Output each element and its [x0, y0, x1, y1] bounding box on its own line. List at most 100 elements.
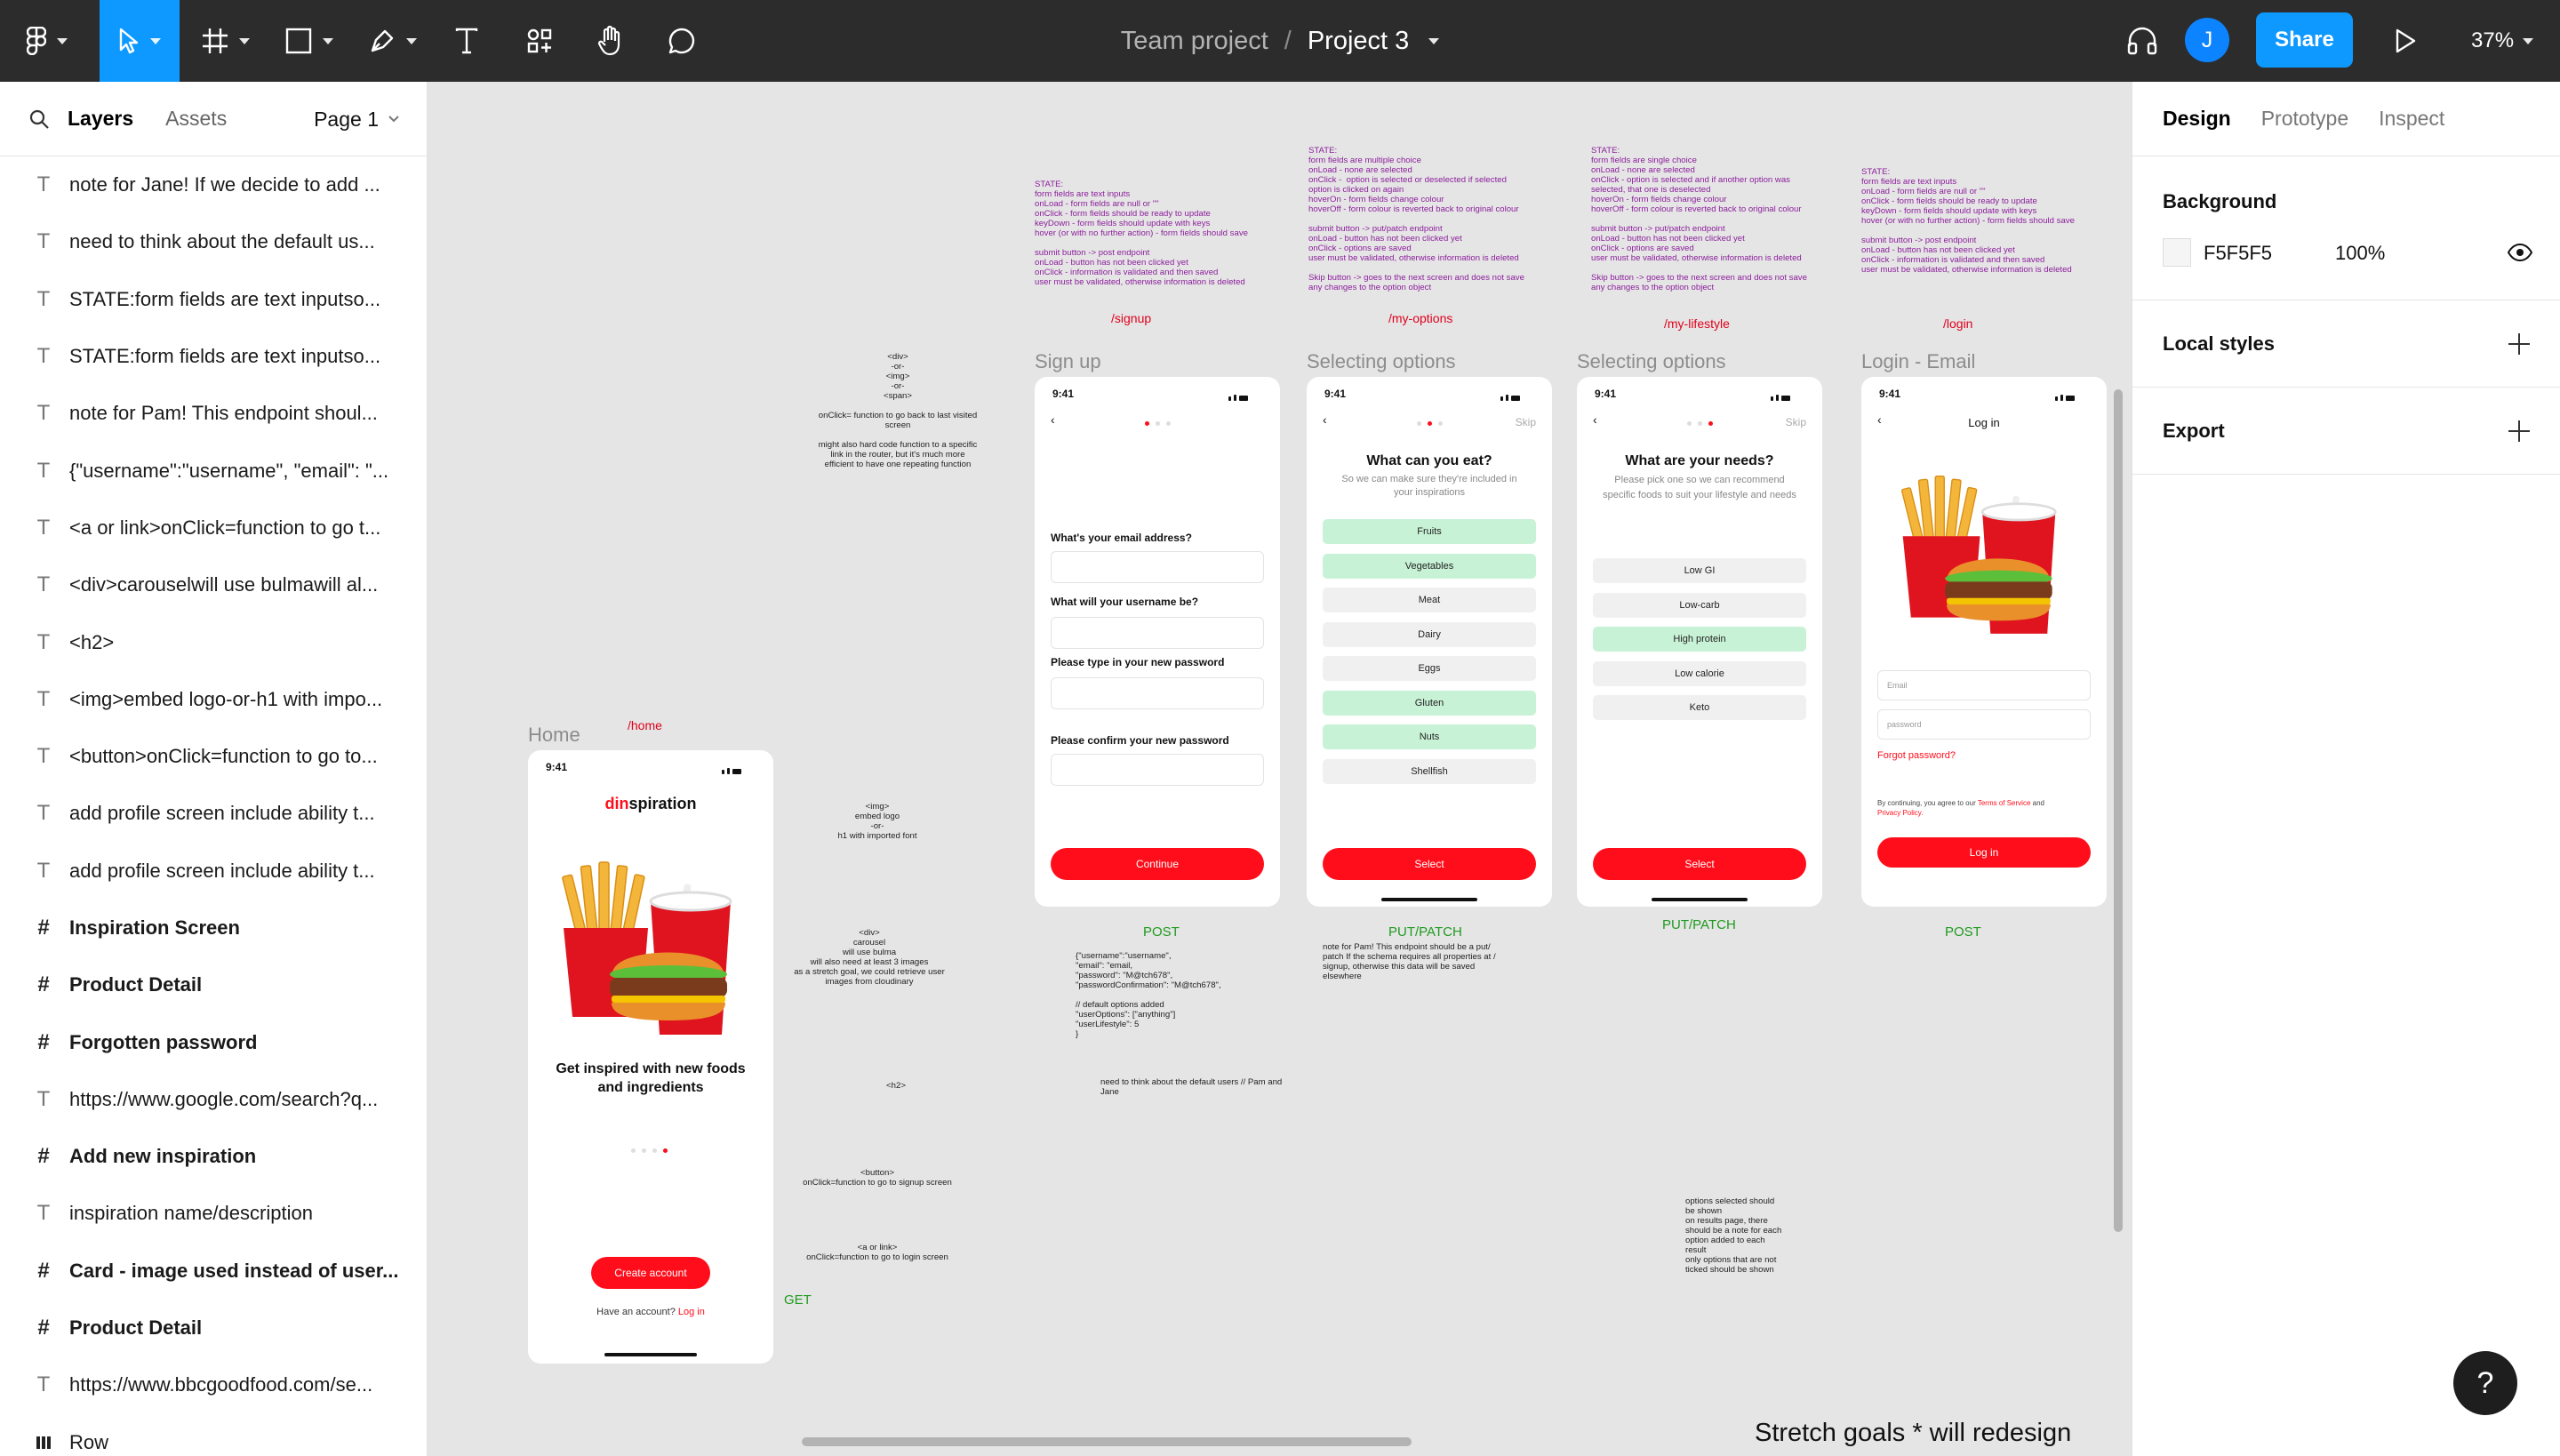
options-state-note[interactable]: STATE: form fields are multiple choice o…: [1308, 146, 1524, 292]
email-field[interactable]: Email: [1877, 670, 2091, 700]
layer-item[interactable]: Tnote for Jane! If we decide to add ...: [0, 156, 427, 213]
search-icon[interactable]: [28, 108, 50, 130]
option-chip[interactable]: Meat: [1323, 588, 1536, 612]
login-button[interactable]: Log in: [1877, 837, 2091, 868]
link-note[interactable]: <a or link> onClick=function to go to lo…: [793, 1243, 962, 1262]
skip-button[interactable]: Skip: [1516, 416, 1536, 428]
email-field[interactable]: [1051, 551, 1264, 583]
skip-button[interactable]: Skip: [1786, 416, 1806, 428]
confirm-password-field[interactable]: [1051, 754, 1264, 786]
audio-call-button[interactable]: [2116, 0, 2169, 82]
horizontal-scrollbar[interactable]: [802, 1437, 1412, 1446]
layer-item[interactable]: Tnote for Pam! This endpoint shoul...: [0, 385, 427, 442]
share-button[interactable]: Share: [2256, 12, 2353, 68]
main-menu-button[interactable]: [16, 0, 78, 82]
option-chip[interactable]: Keto: [1593, 695, 1806, 720]
chevron-down-icon[interactable]: [1428, 37, 1440, 44]
option-chip[interactable]: Vegetables: [1323, 553, 1536, 579]
stretch-goals-label[interactable]: Stretch goals * will redesign: [1755, 1419, 2071, 1448]
breadcrumb-team[interactable]: Team project: [1121, 27, 1268, 56]
design-canvas[interactable]: Home /home 9:41 dinspiration Get inspire…: [428, 82, 2132, 1456]
frame-label-login[interactable]: Login - Email: [1861, 350, 1975, 373]
back-arrow-icon[interactable]: ‹: [1323, 412, 1327, 427]
layer-item[interactable]: Row: [0, 1414, 427, 1456]
layer-item[interactable]: # Product Detail: [0, 956, 427, 1013]
background-opacity[interactable]: 100%: [2335, 242, 2385, 265]
layer-item[interactable]: # Inspiration Screen: [0, 900, 427, 956]
options-bullet-note[interactable]: options selected should be shown on resu…: [1685, 1196, 1781, 1275]
option-chip[interactable]: Dairy: [1323, 621, 1536, 647]
back-arrow-icon[interactable]: ‹: [1593, 412, 1597, 427]
tab-assets[interactable]: Assets: [165, 107, 227, 131]
select-button[interactable]: Select: [1323, 848, 1536, 880]
signup-screen[interactable]: 9:41 ‹ What's your email address? What w…: [1035, 377, 1280, 907]
layer-item[interactable]: T STATE:form fields are text inputso...: [0, 328, 427, 385]
my-lifestyle-screen[interactable]: 9:41 ‹ Skip What are your needs? Please …: [1577, 377, 1822, 907]
layer-item[interactable]: Thttps://www.google.com/search?q...: [0, 1071, 427, 1128]
option-chip[interactable]: Fruits: [1323, 519, 1536, 544]
resources-tool-button[interactable]: [517, 0, 562, 82]
layer-item[interactable]: Tinspiration name/description: [0, 1185, 427, 1242]
tab-prototype[interactable]: Prototype: [2261, 107, 2348, 131]
password-field[interactable]: password: [1877, 709, 2091, 740]
layer-item[interactable]: # Card - image used instead of user...: [0, 1243, 427, 1300]
avatar[interactable]: J: [2185, 18, 2229, 62]
layer-item[interactable]: T <a or link>onClick=function to go t...: [0, 500, 427, 556]
layer-item[interactable]: # Forgotten password: [0, 1013, 427, 1070]
project-name[interactable]: Project 3: [1308, 27, 1409, 56]
layer-item[interactable]: T <h2>: [0, 613, 427, 670]
add-export-icon[interactable]: [2508, 420, 2530, 442]
terms-link[interactable]: Terms of Service: [1978, 799, 2031, 807]
forgot-password-link[interactable]: Forgot password?: [1877, 750, 1956, 761]
select-button[interactable]: Select: [1593, 848, 1806, 880]
img-logo-note[interactable]: <img> embed logo -or- h1 with imported f…: [811, 802, 944, 841]
comment-tool-button[interactable]: [660, 0, 704, 82]
frame-label-options[interactable]: Selecting options: [1307, 350, 1456, 373]
frame-tool-button[interactable]: [194, 0, 258, 82]
layer-item[interactable]: T <div>carouselwill use bulmawill al...: [0, 556, 427, 613]
frame-label-lifestyle[interactable]: Selecting options: [1577, 350, 1726, 373]
move-tool-button[interactable]: [100, 0, 180, 82]
layer-item[interactable]: # Product Detail: [0, 1300, 427, 1356]
continue-button[interactable]: Continue: [1051, 848, 1264, 880]
default-users-note[interactable]: need to think about the default users //…: [1100, 1077, 1282, 1097]
option-chip[interactable]: High protein: [1593, 627, 1806, 652]
tab-layers[interactable]: Layers: [68, 107, 133, 131]
div-onclick-note[interactable]: <div> -or- <img> -or- <span> onClick= fu…: [811, 352, 985, 469]
add-local-style-icon[interactable]: [2508, 333, 2530, 355]
lifestyle-state-note[interactable]: STATE: form fields are single choice onL…: [1591, 146, 1807, 292]
layer-item[interactable]: Thttps://www.bbcgoodfood.com/se...: [0, 1356, 427, 1413]
help-button[interactable]: ?: [2453, 1351, 2517, 1415]
frame-label-signup[interactable]: Sign up: [1035, 350, 1101, 373]
option-chip[interactable]: Nuts: [1323, 724, 1536, 749]
hand-tool-button[interactable]: [588, 0, 633, 82]
h2-note[interactable]: <h2>: [878, 1081, 914, 1091]
option-chip[interactable]: Low-carb: [1593, 592, 1806, 618]
option-chip[interactable]: Low calorie: [1593, 660, 1806, 686]
layer-item[interactable]: T STATE:form fields are text inputso...: [0, 271, 427, 328]
login-link[interactable]: Log in: [678, 1307, 705, 1317]
page-selector[interactable]: Page 1: [314, 82, 400, 156]
carousel-note[interactable]: <div> carousel will use bulma will also …: [782, 928, 956, 987]
layer-item[interactable]: Tneed to think about the default us...: [0, 213, 427, 270]
home-screen[interactable]: 9:41 dinspiration Get inspired with new …: [528, 750, 773, 1364]
eye-icon[interactable]: [2508, 244, 2532, 261]
layer-item[interactable]: # Add new inspiration: [0, 1128, 427, 1185]
tab-inspect[interactable]: Inspect: [2379, 107, 2444, 131]
button-note[interactable]: <button> onClick=function to go to signu…: [784, 1168, 971, 1188]
pen-tool-button[interactable]: [361, 0, 425, 82]
privacy-link[interactable]: Privacy Policy.: [1877, 809, 1923, 817]
carousel-dots[interactable]: [631, 1148, 668, 1154]
option-chip[interactable]: Shellfish: [1323, 758, 1536, 784]
option-chip[interactable]: Low GI: [1593, 558, 1806, 583]
login-screen[interactable]: 9:41 ‹ Log in Email password Forgot pass…: [1861, 377, 2107, 907]
tab-design[interactable]: Design: [2163, 107, 2231, 131]
text-tool-button[interactable]: [444, 0, 489, 82]
background-swatch[interactable]: [2163, 238, 2191, 267]
layer-item[interactable]: T <button>onClick=function to go to...: [0, 728, 427, 785]
my-options-screen[interactable]: 9:41 ‹ Skip What can you eat? So we can …: [1307, 377, 1552, 907]
pam-endpoint-note[interactable]: note for Pam! This endpoint should be a …: [1323, 942, 1496, 981]
layer-item[interactable]: Tadd profile screen include ability t...: [0, 785, 427, 842]
present-button[interactable]: [2382, 0, 2428, 82]
vertical-scrollbar[interactable]: [2114, 389, 2123, 1232]
